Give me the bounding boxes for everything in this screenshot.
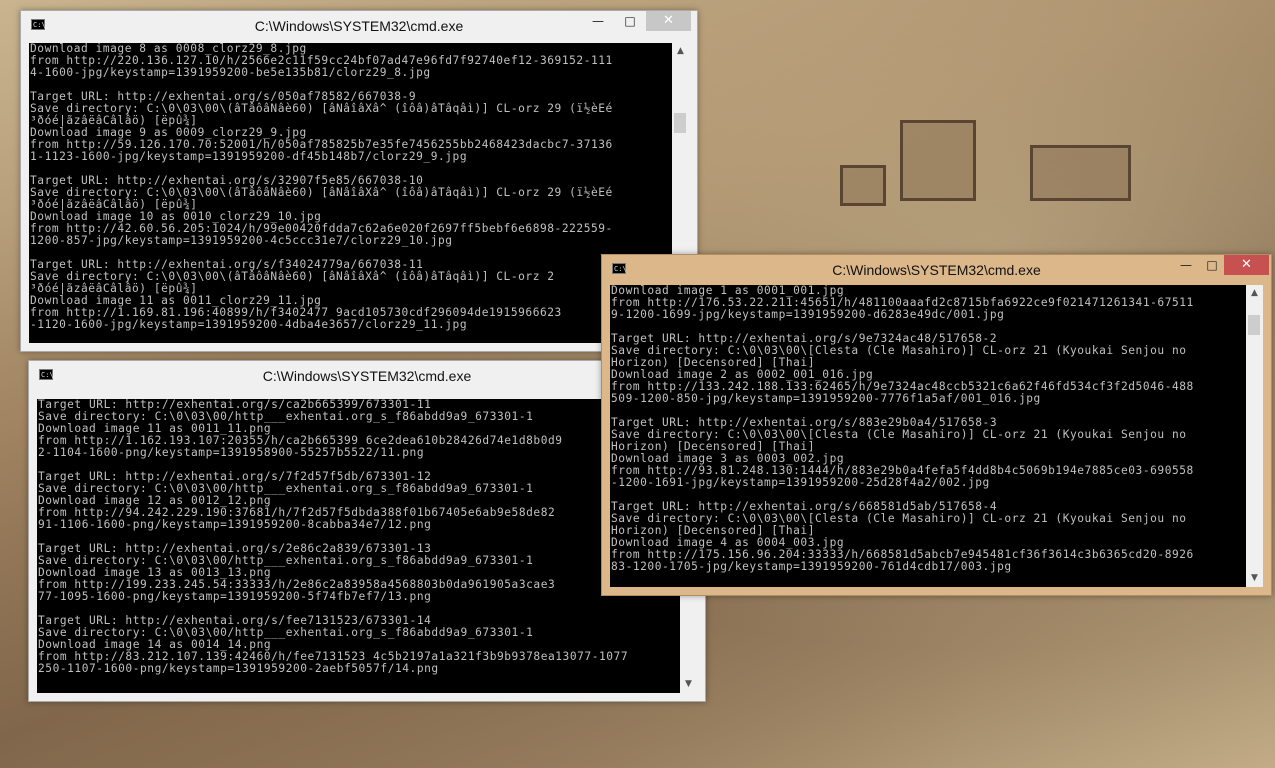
- title-bar[interactable]: C:\ C:\Windows\SYSTEM32\cmd.exe — □ ✕: [602, 255, 1271, 285]
- console-output: Download image 8 as 0008_clorz29_8.jpg fr…: [29, 43, 672, 343]
- scroll-down-arrow[interactable]: ▼: [1246, 570, 1263, 587]
- close-button[interactable]: ✕: [646, 11, 691, 31]
- console-line: 9-1200-1699-jpg/keystamp=1391959200-d628…: [611, 308, 1005, 321]
- vertical-scrollbar[interactable]: ▲ ▼: [1246, 285, 1263, 587]
- console-line: -1200-1691-jpg/keystamp=1391959200-25d28…: [611, 476, 990, 489]
- scroll-down-arrow[interactable]: ▼: [680, 676, 697, 693]
- wallpaper-frame: [900, 120, 976, 201]
- maximize-button[interactable]: □: [617, 11, 643, 31]
- console-line: 2-1104-1600-png/keystamp=1391958900-5525…: [38, 446, 425, 459]
- minimize-button[interactable]: —: [585, 11, 611, 31]
- console-line: 509-1200-850-jpg/keystamp=1391959200-777…: [611, 392, 1041, 405]
- scroll-up-arrow[interactable]: ▲: [1246, 285, 1263, 302]
- scroll-thumb[interactable]: [674, 113, 686, 133]
- console-line: 1200-857-jpg/keystamp=1391959200-4c5ccc3…: [30, 234, 453, 247]
- console-area[interactable]: Target URL: http://exhentai.org/s/ca2b66…: [37, 399, 697, 693]
- close-button[interactable]: ✕: [1224, 255, 1269, 275]
- window-title: C:\Windows\SYSTEM32\cmd.exe: [832, 262, 1041, 278]
- console-line: 91-1106-1600-png/keystamp=1391959200-8ca…: [38, 518, 432, 531]
- cmd-window-1[interactable]: C:\ C:\Windows\SYSTEM32\cmd.exe — □ ✕ Do…: [20, 10, 698, 352]
- minimize-button[interactable]: —: [1173, 255, 1199, 275]
- scroll-up-arrow[interactable]: ▲: [672, 43, 689, 60]
- console-line: 1-1123-1600-jpg/keystamp=1391959200-df45…: [30, 150, 468, 163]
- wallpaper-frame: [1030, 145, 1131, 201]
- console-area[interactable]: Download image 8 as 0008_clorz29_8.jpg fr…: [29, 43, 689, 343]
- title-bar[interactable]: C:\ C:\Windows\SYSTEM32\cmd.exe — □ ✕: [21, 11, 697, 41]
- console-area[interactable]: Download image 1 as 0001_001.jpg from htt…: [610, 285, 1263, 587]
- scroll-thumb[interactable]: [1248, 315, 1260, 335]
- maximize-button[interactable]: □: [1199, 255, 1225, 275]
- console-line: 77-1095-1600-png/keystamp=1391959200-5f7…: [38, 590, 432, 603]
- console-output: Download image 1 as 0001_001.jpg from htt…: [610, 285, 1246, 587]
- console-line: -1120-1600-jpg/keystamp=1391959200-4dba4…: [30, 318, 468, 331]
- wallpaper-frame: [840, 165, 886, 206]
- cmd-window-3[interactable]: C:\ C:\Windows\SYSTEM32\cmd.exe — □ ✕ Do…: [601, 254, 1272, 596]
- console-line: 250-1107-1600-png/keystamp=1391959200-2a…: [38, 662, 439, 675]
- console-line: 83-1200-1705-jpg/keystamp=1391959200-761…: [611, 560, 1012, 573]
- console-line: 4-1600-jpg/keystamp=1391959200-be5e135b8…: [30, 66, 431, 79]
- console-output: Target URL: http://exhentai.org/s/ca2b66…: [37, 399, 680, 693]
